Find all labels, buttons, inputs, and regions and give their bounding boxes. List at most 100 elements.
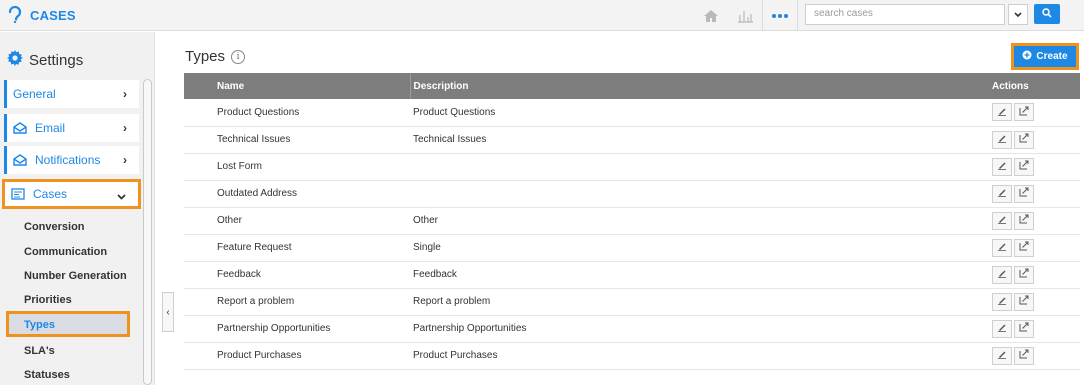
- external-link-icon: [1019, 268, 1029, 281]
- type-description-cell: [410, 153, 987, 181]
- table-header-row: Name Description Actions: [184, 73, 1080, 99]
- open-button[interactable]: [1014, 211, 1034, 230]
- open-button[interactable]: [1014, 103, 1034, 122]
- sidebar-item-label: General: [13, 87, 56, 101]
- sidebar-item-label: Cases: [33, 187, 68, 201]
- row-spacer: [184, 315, 217, 343]
- open-button[interactable]: [1014, 157, 1034, 176]
- pencil-icon: [997, 295, 1007, 308]
- row-spacer: [184, 342, 217, 370]
- external-link-icon: [1019, 214, 1029, 227]
- edit-button[interactable]: [992, 211, 1012, 230]
- open-button[interactable]: [1014, 346, 1034, 365]
- chevron-right-icon: ›: [123, 87, 127, 101]
- open-button[interactable]: [1014, 130, 1034, 149]
- table-row[interactable]: Product Purchases Product Purchases: [184, 342, 1080, 370]
- actions-cell: [987, 207, 1080, 235]
- sidebar-item-cases[interactable]: Cases: [2, 179, 141, 209]
- open-button[interactable]: [1014, 292, 1034, 311]
- sub-item-types[interactable]: Types: [6, 311, 130, 337]
- column-header-name[interactable]: Name: [217, 73, 410, 99]
- external-link-icon: [1019, 106, 1029, 119]
- edit-button[interactable]: [992, 319, 1012, 338]
- collapse-sidebar-button[interactable]: ‹: [162, 292, 174, 332]
- create-button[interactable]: Create: [1011, 43, 1079, 70]
- actions-cell: [987, 342, 1080, 370]
- home-icon[interactable]: [694, 0, 728, 31]
- sub-item-statuses[interactable]: Statuses: [24, 369, 70, 381]
- external-link-icon: [1019, 187, 1029, 200]
- edit-button[interactable]: [992, 130, 1012, 149]
- sub-item-communication[interactable]: Communication: [24, 246, 107, 258]
- sidebar-item-general[interactable]: General ›: [4, 80, 139, 108]
- type-description-cell: Single: [410, 234, 987, 262]
- column-header-description[interactable]: Description: [409, 73, 987, 99]
- type-description-cell: Feedback: [410, 261, 987, 289]
- type-name-cell: Product Purchases: [217, 342, 410, 370]
- open-button[interactable]: [1014, 238, 1034, 257]
- type-description-cell: [410, 180, 987, 208]
- actions-cell: [987, 315, 1080, 343]
- app-brand[interactable]: CASES: [6, 4, 76, 26]
- table-row[interactable]: Partnership Opportunities Partnership Opp…: [184, 315, 1080, 343]
- type-description-cell: Product Questions: [410, 99, 987, 127]
- row-spacer: [184, 234, 217, 262]
- chevron-right-icon: ›: [123, 121, 127, 135]
- row-spacer: [184, 261, 217, 289]
- row-spacer: [184, 207, 217, 235]
- edit-button[interactable]: [992, 184, 1012, 203]
- edit-button[interactable]: [992, 292, 1012, 311]
- reports-icon[interactable]: [728, 0, 762, 31]
- edit-button[interactable]: [992, 265, 1012, 284]
- type-name-cell: Technical Issues: [217, 126, 410, 154]
- open-button[interactable]: [1014, 319, 1034, 338]
- email-icon: [13, 122, 27, 134]
- settings-title-label: Settings: [29, 51, 84, 69]
- sidebar-item-notifications[interactable]: Notifications ›: [4, 146, 139, 174]
- type-description-cell: Technical Issues: [410, 126, 987, 154]
- table-row[interactable]: Technical Issues Technical Issues: [184, 126, 1080, 154]
- table-row[interactable]: Feature Request Single: [184, 234, 1080, 262]
- search-button[interactable]: [1034, 4, 1060, 24]
- table-row[interactable]: Report a problem Report a problem: [184, 288, 1080, 316]
- header-spacer: [184, 73, 217, 99]
- search-input[interactable]: search cases: [805, 4, 1005, 25]
- actions-cell: [987, 180, 1080, 208]
- pencil-icon: [997, 187, 1007, 200]
- sidebar-scrollbar[interactable]: [143, 79, 152, 385]
- sub-item-priorities[interactable]: Priorities: [24, 294, 72, 306]
- more-icon[interactable]: [762, 0, 798, 31]
- external-link-icon: [1019, 133, 1029, 146]
- table-row[interactable]: Outdated Address: [184, 180, 1080, 208]
- search-icon: [1042, 7, 1052, 21]
- external-link-icon: [1019, 160, 1029, 173]
- sub-item-conversion[interactable]: Conversion: [24, 221, 85, 233]
- external-link-icon: [1019, 349, 1029, 362]
- open-button[interactable]: [1014, 265, 1034, 284]
- search-dropdown[interactable]: [1008, 4, 1028, 25]
- row-spacer: [184, 180, 217, 208]
- info-icon[interactable]: i: [231, 49, 246, 64]
- edit-button[interactable]: [992, 238, 1012, 257]
- sub-item-number-generation[interactable]: Number Generation: [24, 270, 127, 282]
- edit-button[interactable]: [992, 103, 1012, 122]
- sub-item-slas[interactable]: SLA's: [24, 345, 55, 357]
- table-row[interactable]: Other Other: [184, 207, 1080, 235]
- notifications-icon: [13, 154, 27, 166]
- open-button[interactable]: [1014, 184, 1034, 203]
- table-row[interactable]: Lost Form: [184, 153, 1080, 181]
- table-row[interactable]: Product Questions Product Questions: [184, 99, 1080, 127]
- settings-title: Settings: [7, 50, 83, 70]
- table-row[interactable]: Feedback Feedback: [184, 261, 1080, 289]
- type-description-cell: Report a problem: [410, 288, 987, 316]
- external-link-icon: [1019, 295, 1029, 308]
- pencil-icon: [997, 133, 1007, 146]
- settings-sidebar: Settings General › Email › Notifications…: [0, 32, 155, 385]
- page-title: Types i: [185, 48, 246, 65]
- edit-button[interactable]: [992, 346, 1012, 365]
- sidebar-item-email[interactable]: Email ›: [4, 114, 139, 142]
- external-link-icon: [1019, 241, 1029, 254]
- pencil-icon: [997, 160, 1007, 173]
- edit-button[interactable]: [992, 157, 1012, 176]
- type-name-cell: Product Questions: [217, 99, 410, 127]
